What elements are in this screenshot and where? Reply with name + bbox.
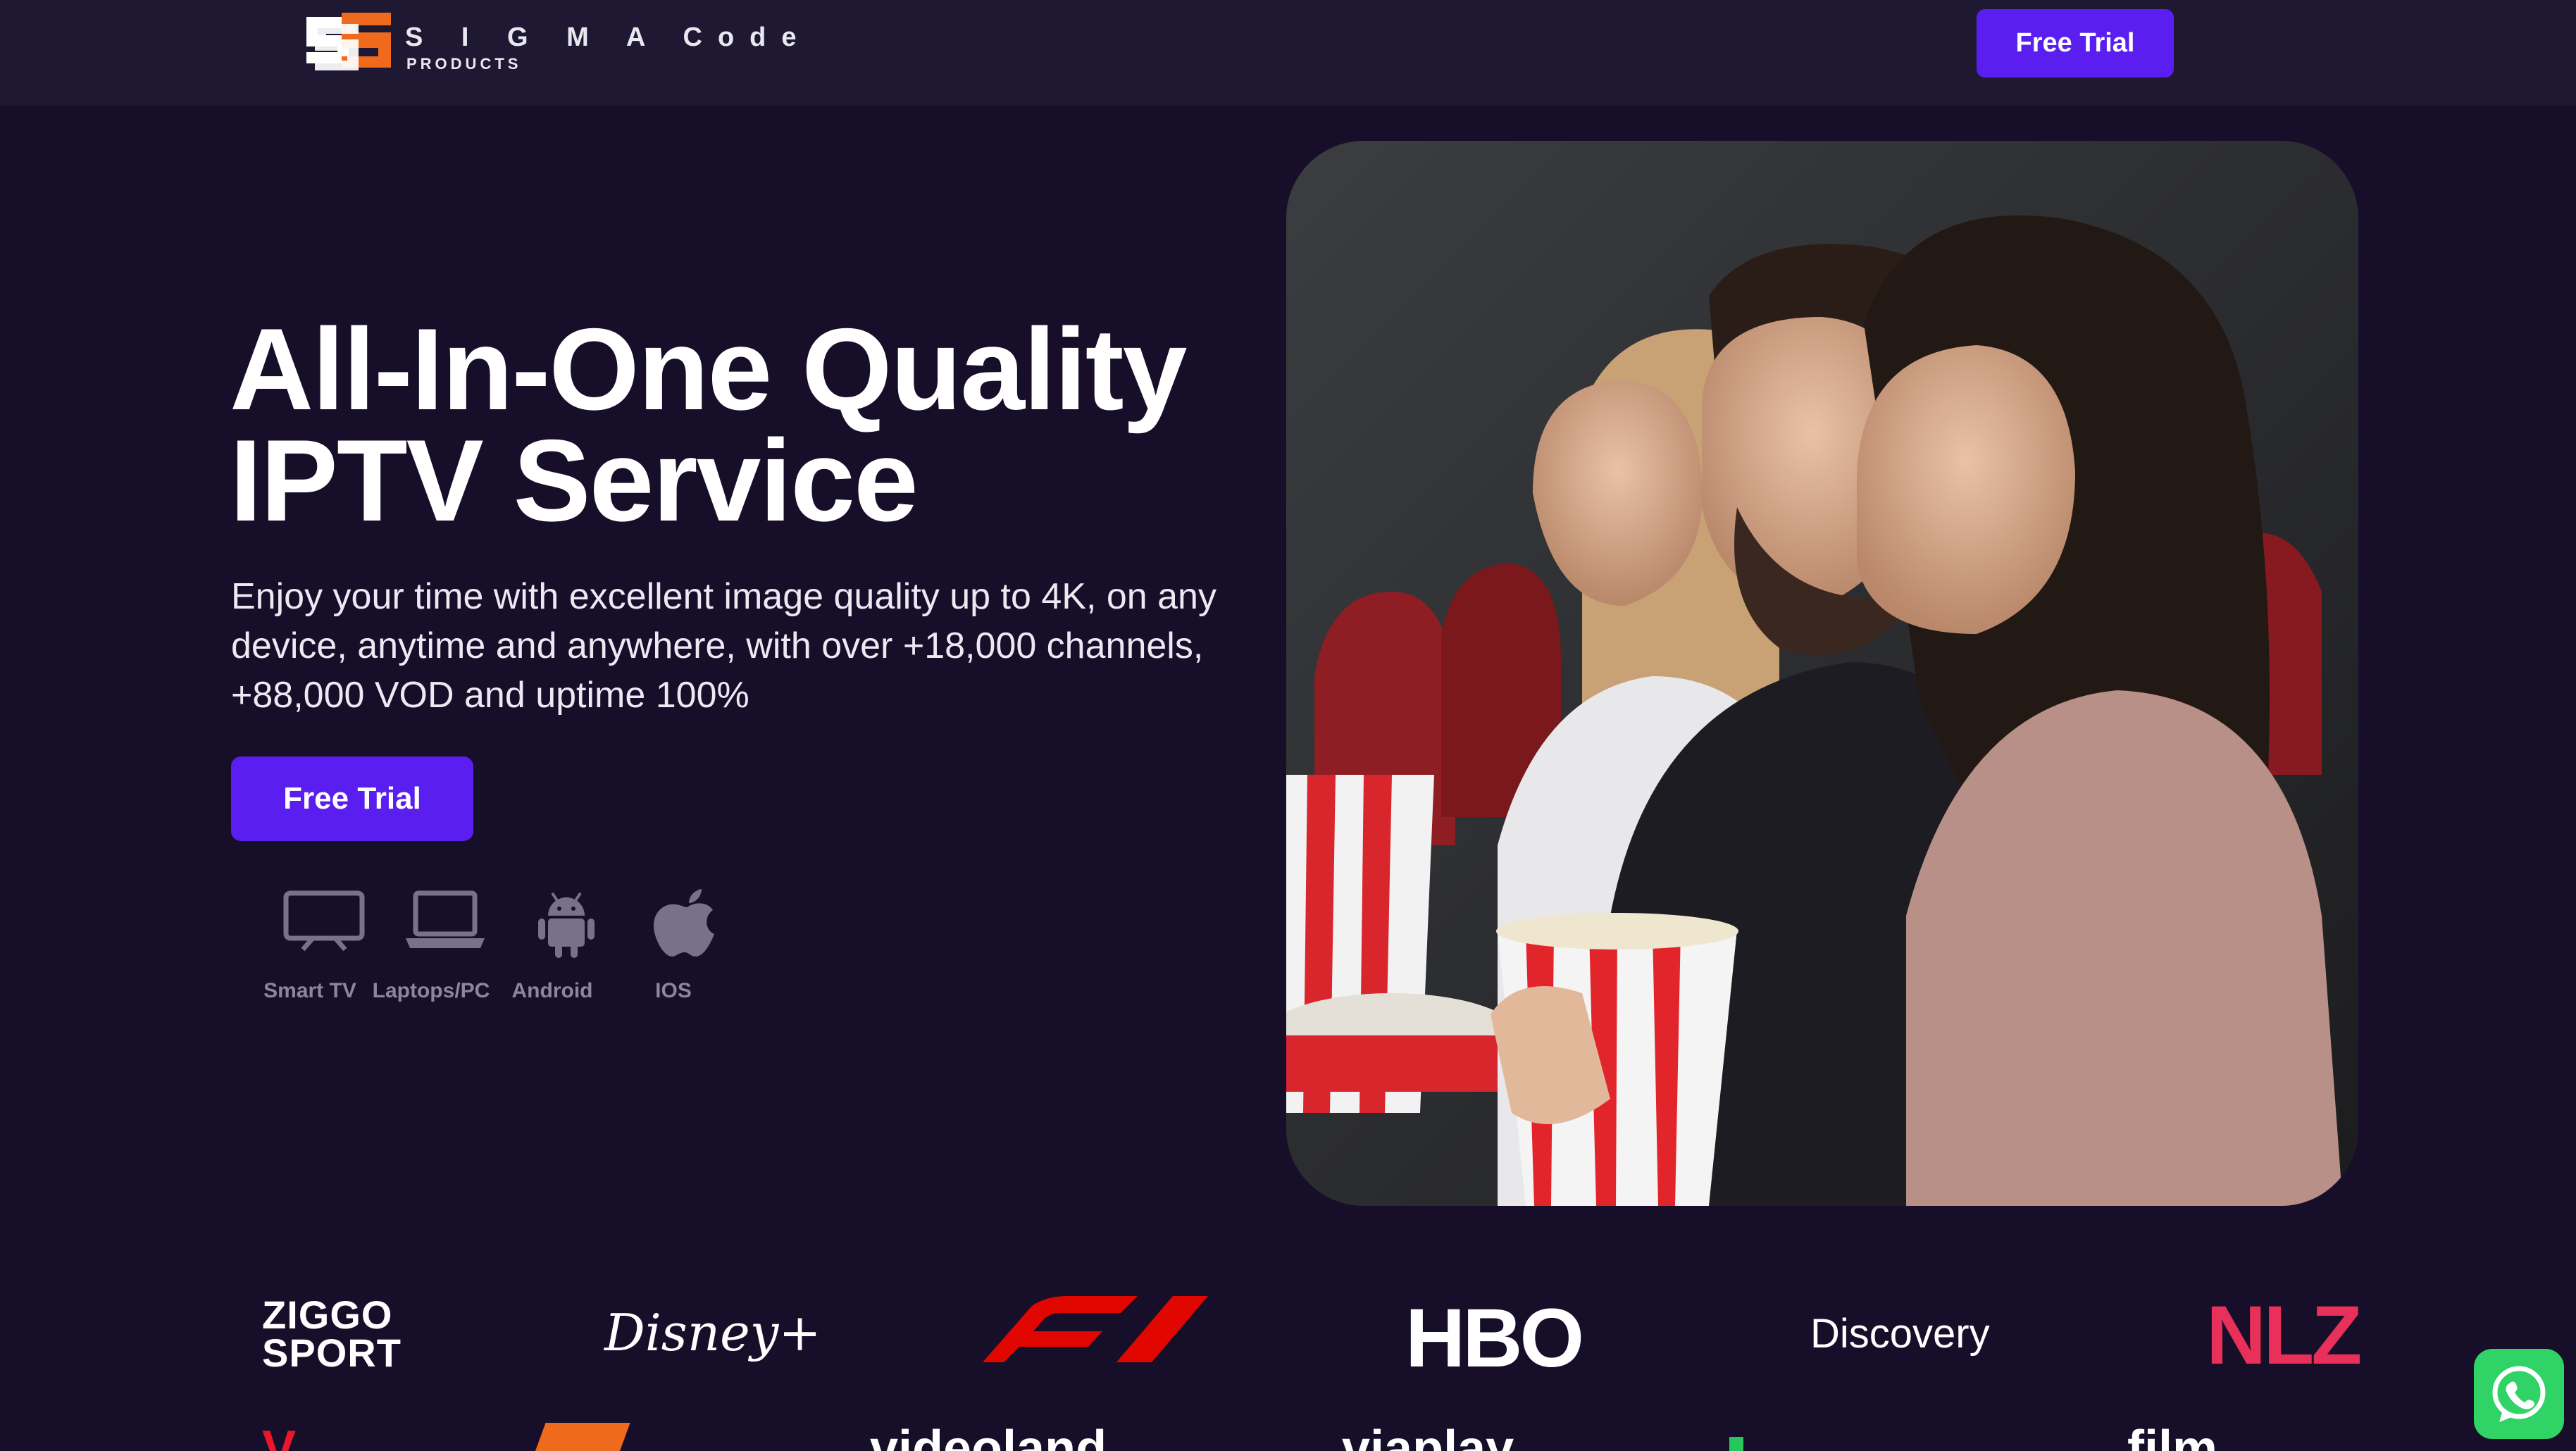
device-ios: IOS [617, 889, 730, 1009]
nlz-logo: NLZ [2206, 1289, 2362, 1382]
ziggo-sport-logo: ZIGGO SPORT [262, 1293, 402, 1375]
discovery-logo: Discovery [1810, 1311, 1990, 1357]
disney-plus-logo: Disney+ [604, 1303, 821, 1362]
viaplay-logo: viaplay [1342, 1421, 1514, 1451]
header-free-trial-button[interactable]: Free Trial [1977, 9, 2174, 77]
logo-sub-text: PRODUCTS [406, 55, 522, 73]
sigma-code-logo[interactable]: S I G M A Code PRODUCTS [299, 7, 797, 75]
android-icon [538, 892, 595, 958]
supported-devices: Smart TV Laptops/PC Android IOS [254, 889, 733, 1009]
hero-headline-line2: IPTV Service [230, 416, 919, 545]
hero-image-cinema-audience [1286, 141, 2358, 1206]
channel-logos-strip: ZIGGO SPORT Disney+ HBO Discovery NLZ V … [0, 1261, 2576, 1451]
device-laptop: Laptops/PC [373, 889, 490, 1009]
laptop-icon [406, 890, 485, 948]
sigma-logo-mark-icon [306, 13, 391, 70]
device-android: Android [496, 889, 609, 1009]
film-logo: film [2127, 1421, 2218, 1451]
ziggo-line1: ZIGGO [262, 1293, 393, 1337]
device-smart-tv: Smart TV [254, 889, 366, 1009]
whatsapp-chat-button[interactable] [2474, 1349, 2564, 1439]
device-label: Smart TV [263, 979, 356, 1002]
green-channel-logo [1729, 1437, 1743, 1451]
device-label: Android [511, 979, 593, 1002]
orange-channel-logo [525, 1423, 630, 1451]
hero-free-trial-button[interactable]: Free Trial [231, 756, 473, 841]
hero-headline: All-In-One Quality IPTV Service [230, 304, 1286, 545]
videoland-logo: videoland [870, 1421, 1107, 1451]
device-label: IOS [655, 979, 692, 1002]
hero-subtext: Enjoy your time with excellent image qua… [231, 576, 1217, 716]
channel-logo-v: V [262, 1421, 297, 1451]
device-label: Laptops/PC [372, 979, 490, 1002]
hero-headline-line1: All-In-One Quality [230, 304, 1187, 434]
whatsapp-icon [2492, 1366, 2546, 1422]
logo-brand-text: S I G M A Code [405, 23, 812, 52]
ziggo-line2: SPORT [262, 1331, 402, 1375]
hbo-logo: HBO [1405, 1292, 1584, 1385]
apple-icon [654, 889, 714, 957]
site-header: S I G M A Code PRODUCTS Free Trial [0, 0, 2576, 106]
tv-icon [283, 890, 365, 952]
f1-logo [954, 1292, 1222, 1373]
